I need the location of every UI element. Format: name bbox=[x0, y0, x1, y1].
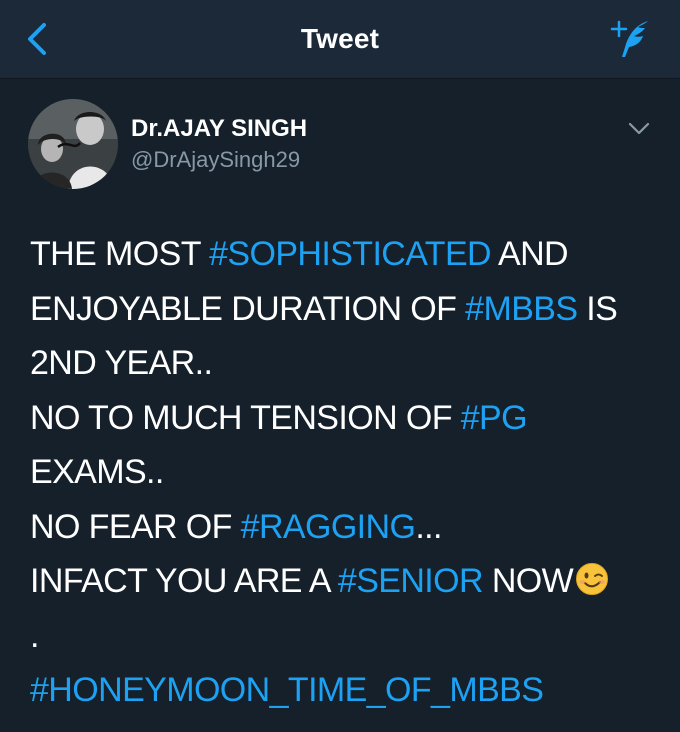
text-segment: ENJOYABLE DURATION OF bbox=[30, 289, 466, 328]
chevron-left-icon bbox=[28, 23, 46, 55]
tweet-detail: Dr.AJAY SINGH @DrAjaySingh29 THE MOST #S… bbox=[0, 79, 680, 732]
hashtag-link[interactable]: #RAGGING bbox=[241, 508, 416, 546]
navigation-bar: Tweet bbox=[0, 0, 680, 79]
author-handle[interactable]: @DrAjaySingh29 bbox=[131, 147, 300, 173]
winking-face-emoji bbox=[575, 558, 609, 595]
text-segment: NO FEAR OF bbox=[30, 507, 241, 546]
avatar[interactable] bbox=[28, 99, 118, 189]
tweet-line: ENJOYABLE DURATION OF #MBBS IS bbox=[30, 282, 660, 337]
hashtag-link[interactable]: #SOPHISTICATED bbox=[209, 235, 492, 273]
text-segment: 2ND YEAR.. bbox=[30, 344, 213, 382]
back-button[interactable] bbox=[22, 20, 52, 58]
tweet-line: NO TO MUCH TENSION OF #PG bbox=[30, 391, 660, 446]
profile-photo bbox=[28, 99, 118, 189]
text-segment: EXAMS.. bbox=[30, 453, 164, 491]
chevron-down-icon bbox=[628, 122, 650, 135]
text-segment: . bbox=[30, 616, 39, 655]
text-segment: THE MOST bbox=[30, 235, 210, 273]
text-segment: INFACT YOU ARE A bbox=[30, 562, 338, 600]
tweet-line: NO FEAR OF #RAGGING... bbox=[30, 500, 660, 555]
compose-button[interactable] bbox=[608, 16, 654, 62]
tweet-line: 2ND YEAR.. bbox=[30, 336, 660, 391]
hashtag-link[interactable]: #MBBS bbox=[465, 290, 578, 328]
text-segment: AND bbox=[491, 235, 569, 273]
hashtag-link[interactable]: #SENIOR bbox=[338, 562, 484, 600]
hashtag-link[interactable]: #HONEYMOON_TIME_OF_MBBS bbox=[30, 671, 544, 709]
text-segment: NO TO MUCH TENSION OF bbox=[30, 398, 461, 437]
text-segment: ... bbox=[415, 507, 442, 546]
text-segment: NOW bbox=[482, 562, 574, 600]
tweet-line: INFACT YOU ARE A #SENIOR NOW bbox=[30, 554, 660, 609]
tweet-line: #HONEYMOON_TIME_OF_MBBS bbox=[30, 663, 660, 718]
compose-feather-icon bbox=[610, 20, 648, 57]
tweet-line: THE MOST #SOPHISTICATED AND bbox=[30, 227, 660, 282]
tweet-text: THE MOST #SOPHISTICATED AND ENJOYABLE DU… bbox=[30, 227, 660, 718]
tweet-line: . bbox=[30, 609, 660, 664]
author-display-name[interactable]: Dr.AJAY SINGH bbox=[131, 115, 307, 143]
page-title: Tweet bbox=[300, 23, 380, 54]
tweet-line: EXAMS.. bbox=[30, 445, 660, 500]
tweet-menu-button[interactable] bbox=[626, 115, 652, 141]
hashtag-link[interactable]: #PG bbox=[461, 399, 528, 437]
text-segment: IS bbox=[577, 289, 618, 328]
